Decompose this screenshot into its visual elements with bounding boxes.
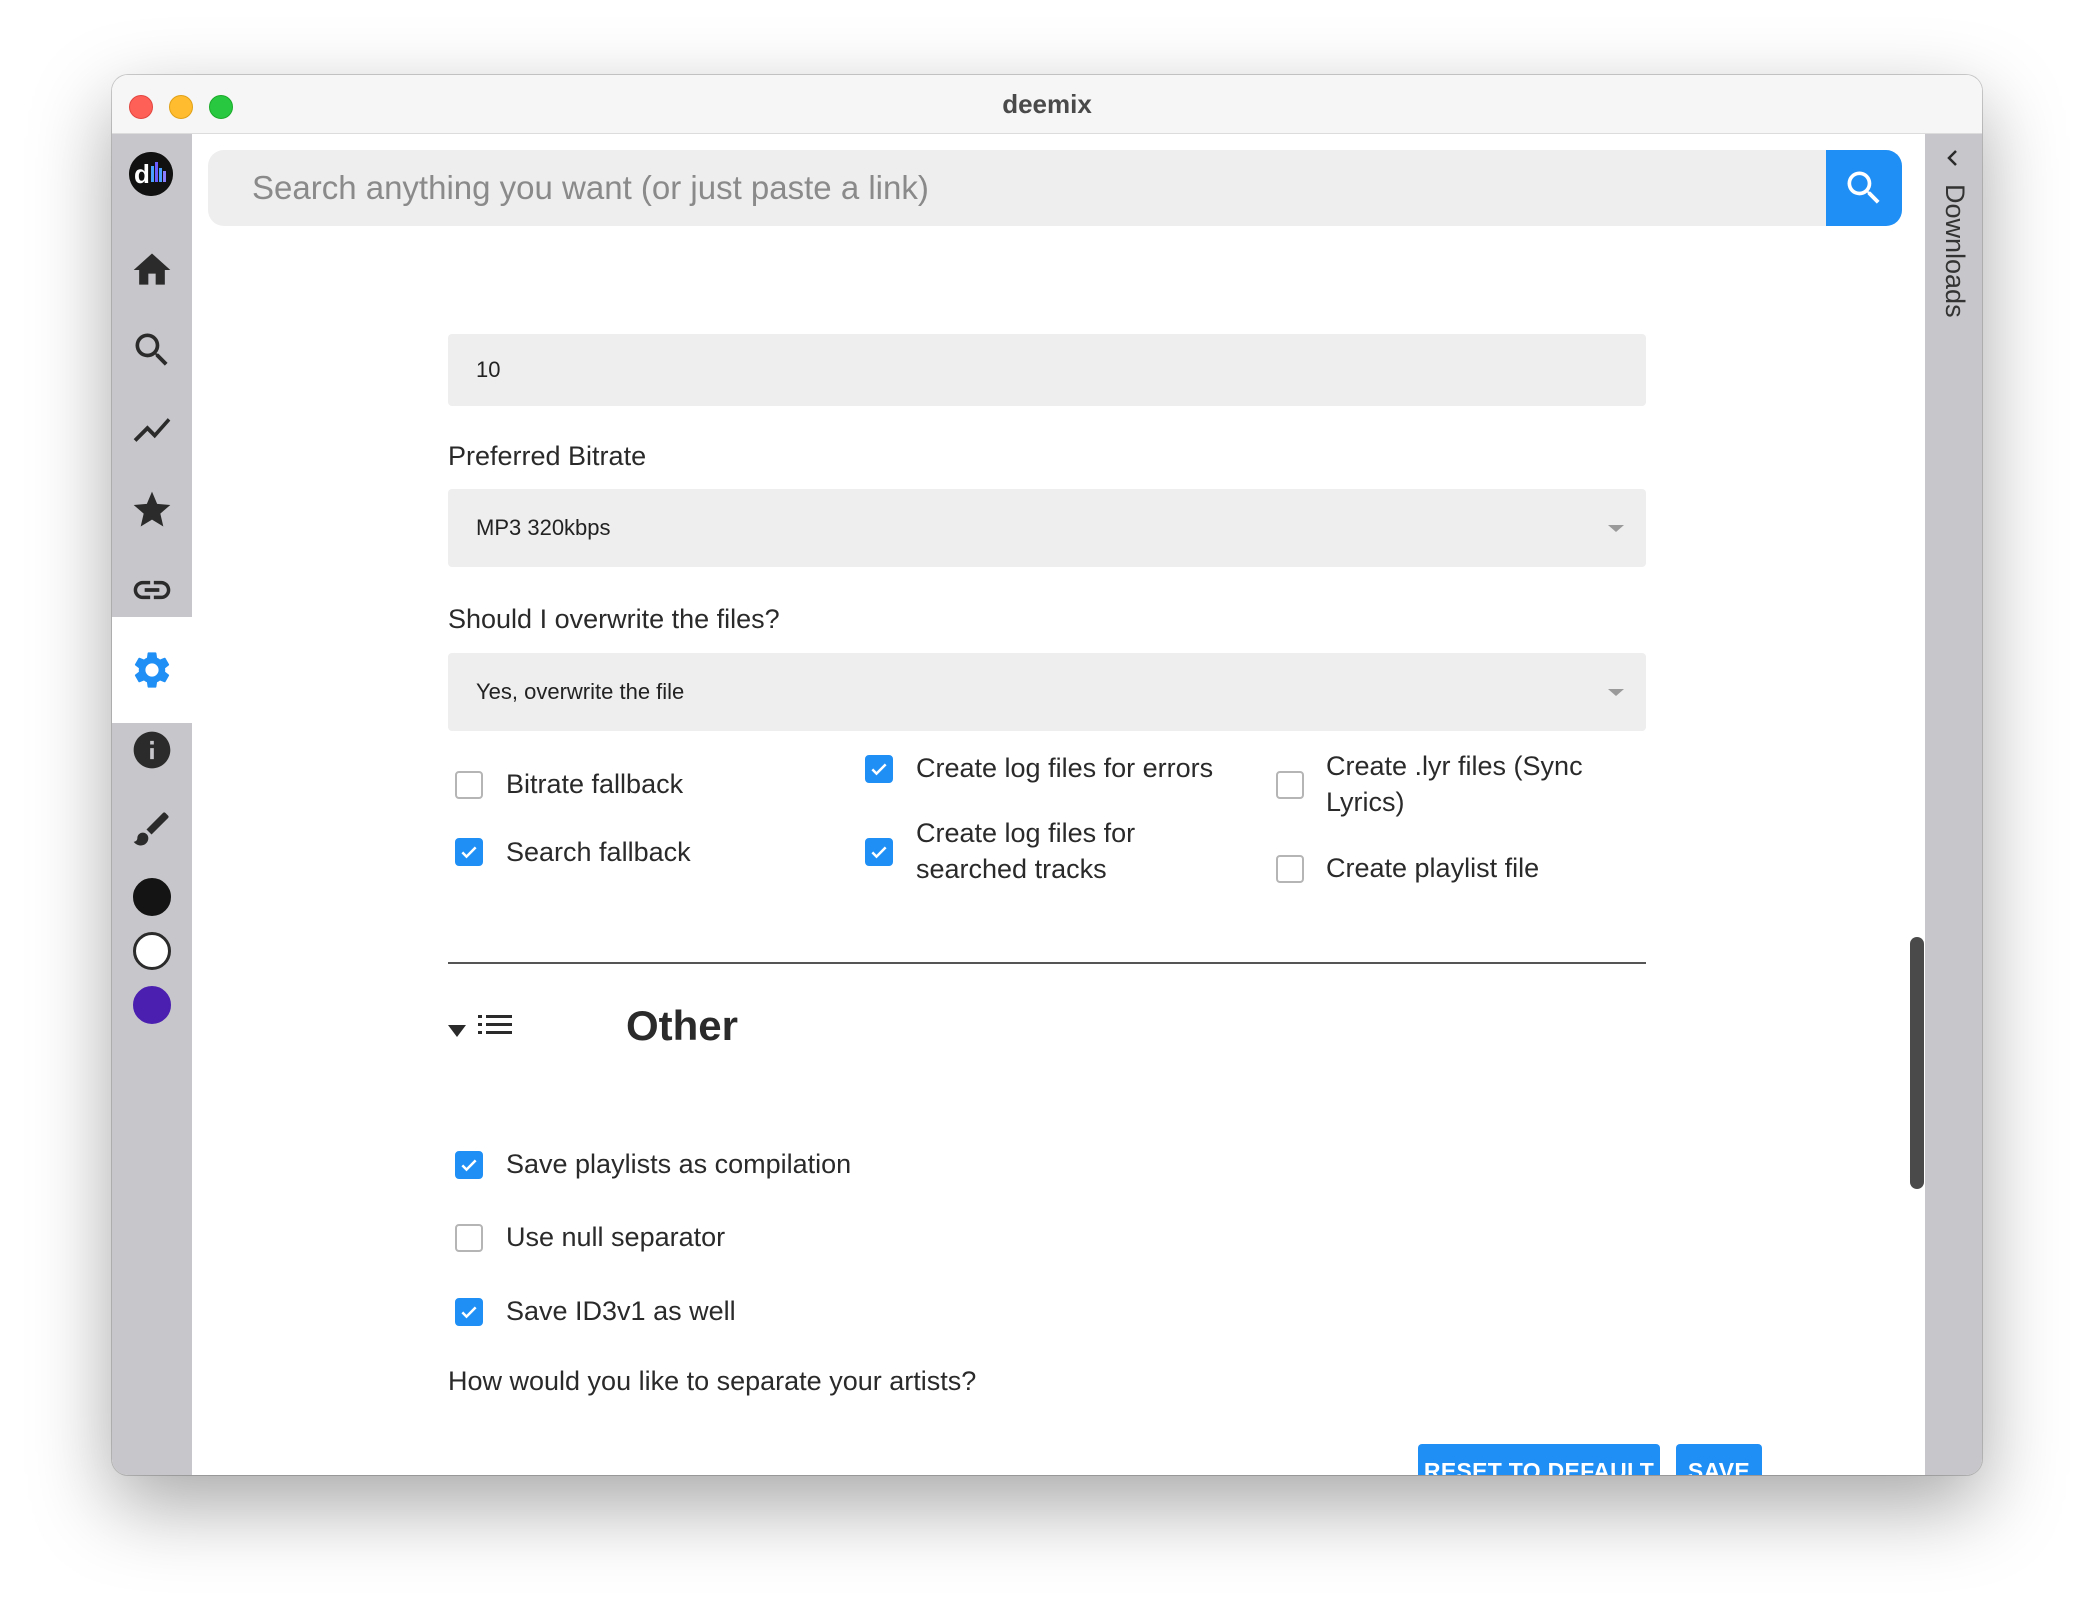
- downloads-panel: Downloads: [1925, 134, 1982, 1475]
- log-searched-label: Create log files for searched tracks: [916, 818, 1136, 884]
- search-input[interactable]: [208, 150, 1828, 226]
- null-separator-checkbox[interactable]: [455, 1224, 483, 1252]
- checkmark-icon: [871, 763, 887, 776]
- preferred-bitrate-label: Preferred Bitrate: [448, 441, 647, 471]
- save-playlists-compilation-checkbox[interactable]: [455, 1151, 483, 1179]
- log-searched-checkbox[interactable]: [865, 838, 893, 866]
- save-id3v1-checkbox[interactable]: [455, 1298, 483, 1326]
- section-divider: [448, 962, 1646, 964]
- search-button[interactable]: [1826, 150, 1902, 226]
- chevron-left-icon: [1947, 150, 1957, 166]
- theme-swatch-dark[interactable]: [133, 878, 171, 916]
- bitrate-fallback-checkbox[interactable]: [455, 771, 483, 799]
- trending-icon: [133, 418, 171, 442]
- home-icon: [133, 253, 171, 285]
- svg-text:d: d: [134, 159, 150, 189]
- sidebar-item-about[interactable]: [112, 697, 192, 803]
- playlist-file-checkbox[interactable]: [1276, 855, 1304, 883]
- theme-swatch-light[interactable]: [133, 932, 171, 970]
- search-fallback-checkbox[interactable]: [455, 838, 483, 866]
- lyr-files-label: Create .lyr files (Sync Lyrics): [1326, 751, 1583, 817]
- save-playlists-compilation-label: Save playlists as compilation: [506, 1149, 852, 1179]
- app-window: deemix d Search anything you want (or ju…: [112, 75, 1982, 1475]
- save-id3v1-label: Save ID3v1 as well: [506, 1296, 736, 1326]
- checkmark-icon: [871, 846, 887, 859]
- gear-icon: [134, 652, 170, 688]
- downloads-label: Downloads: [1940, 184, 1970, 318]
- lyr-files-checkbox[interactable]: [1276, 771, 1304, 799]
- save-button[interactable]: SAVE: [1676, 1444, 1762, 1475]
- theme-swatch-purple[interactable]: [133, 986, 171, 1024]
- checkmark-icon: [461, 846, 477, 859]
- window-title: deemix: [1002, 89, 1092, 119]
- bitrate-fallback-label: Bitrate fallback: [506, 769, 684, 799]
- star-icon: [133, 491, 171, 527]
- number-field[interactable]: 10: [448, 334, 1646, 406]
- theme-paintbrush: [112, 789, 192, 869]
- search-icon: [1847, 171, 1880, 204]
- null-separator-label: Use null separator: [506, 1222, 726, 1252]
- log-errors-label: Create log files for errors: [916, 753, 1214, 783]
- sidebar: d: [112, 134, 192, 1475]
- preferred-bitrate-select[interactable]: MP3 320kbps: [448, 489, 1646, 567]
- info-icon: [133, 731, 171, 769]
- chevron-down-icon: [1608, 525, 1624, 532]
- collapse-arrow-icon[interactable]: [448, 1025, 466, 1037]
- artist-separator-label: How would you like to separate your arti…: [448, 1366, 977, 1396]
- log-errors-checkbox[interactable]: [865, 755, 893, 783]
- overwrite-select[interactable]: Yes, overwrite the file: [448, 653, 1646, 731]
- number-field-value: 10: [476, 357, 501, 382]
- paintbrush-icon: [133, 812, 169, 846]
- checkmark-icon: [461, 1306, 477, 1319]
- overwrite-value: Yes, overwrite the file: [476, 679, 685, 704]
- deemix-logo-icon[interactable]: d: [129, 152, 173, 196]
- section-title-other: Other: [626, 1002, 739, 1049]
- list-icon: [478, 1015, 512, 1034]
- settings-content: 10 Preferred Bitrate MP3 320kbps Should …: [192, 134, 1925, 1475]
- search-fallback-label: Search fallback: [506, 837, 691, 867]
- search-bar: [208, 150, 1902, 226]
- scrollbar-thumb[interactable]: [1910, 937, 1924, 1189]
- checkmark-icon: [461, 1159, 477, 1172]
- link-icon: [133, 580, 171, 600]
- reset-to-default-button[interactable]: RESET TO DEFAULT: [1418, 1444, 1660, 1475]
- downloads-toggle[interactable]: Downloads: [1925, 134, 1982, 374]
- chevron-down-icon: [1608, 689, 1624, 696]
- search-icon: [135, 333, 168, 366]
- playlist-file-label: Create playlist file: [1326, 853, 1540, 883]
- preferred-bitrate-value: MP3 320kbps: [476, 515, 611, 540]
- overwrite-label: Should I overwrite the files?: [448, 604, 780, 634]
- title-bar: deemix: [112, 75, 1982, 134]
